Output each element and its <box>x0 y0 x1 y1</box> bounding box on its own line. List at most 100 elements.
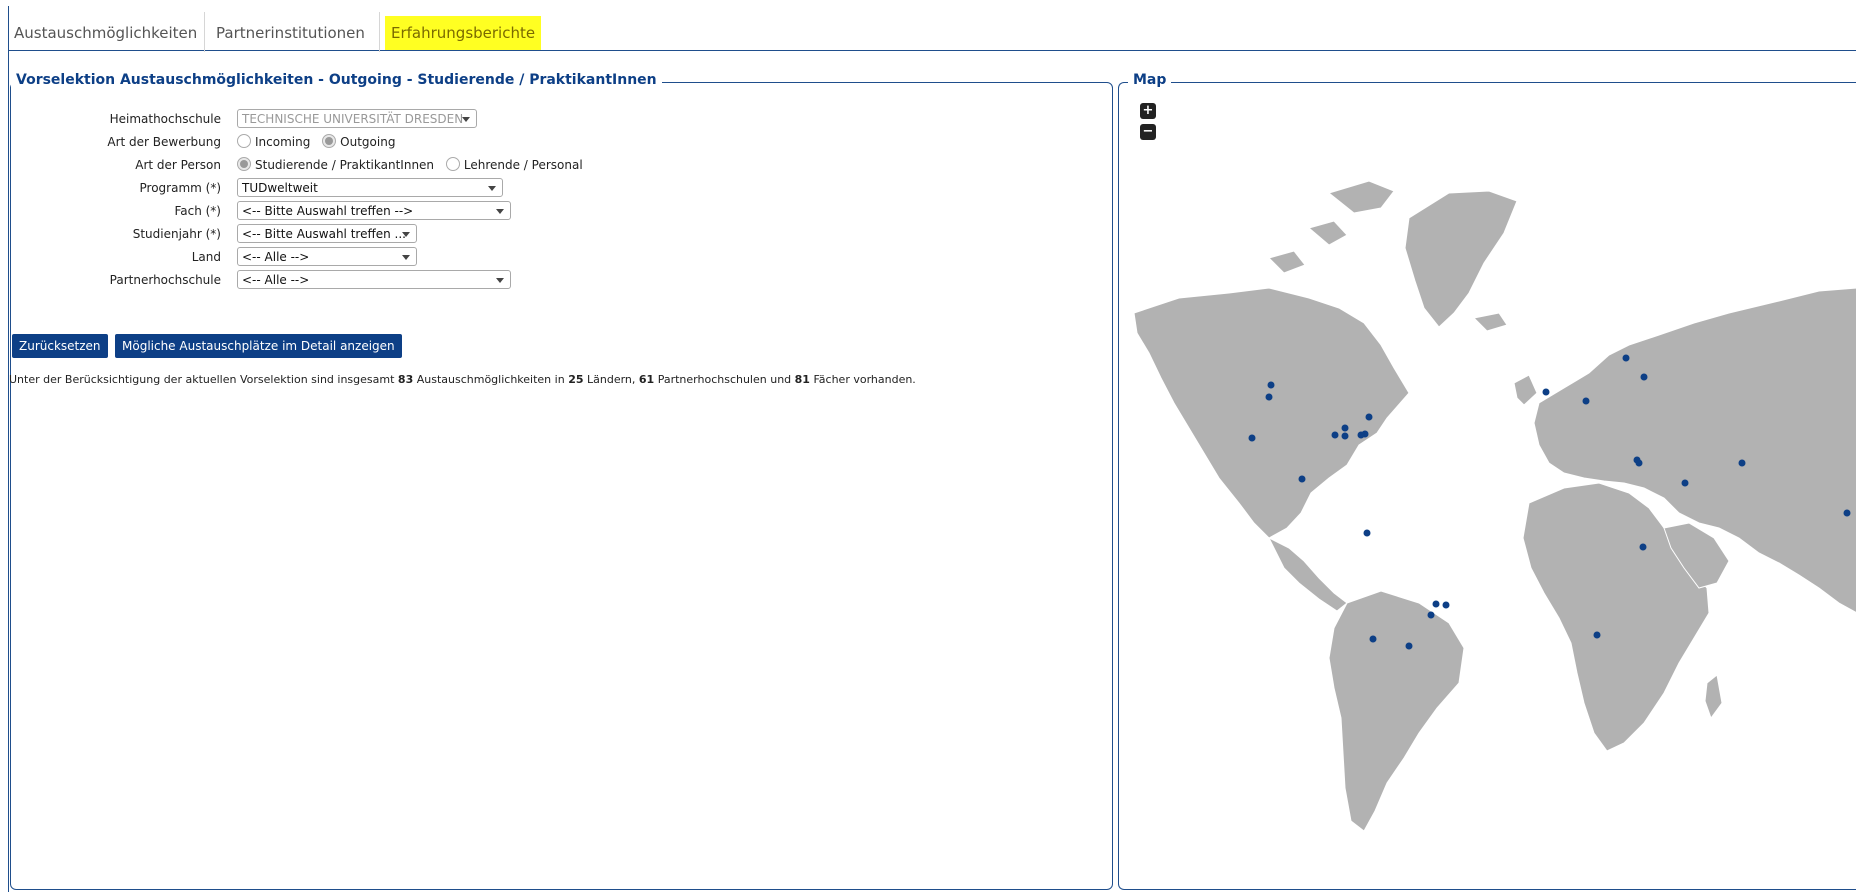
radio-incoming-label: Incoming <box>255 135 311 149</box>
summary-count-subjects: 81 <box>794 373 810 386</box>
summary-count-exchanges: 83 <box>397 373 414 386</box>
south-america-shape <box>1328 590 1465 832</box>
programm-select[interactable]: TUDweltweit <box>237 178 503 197</box>
row-bewerbung: Art der Bewerbung Incoming Outgoing <box>11 132 395 153</box>
map-marker[interactable] <box>1681 479 1689 487</box>
map-marker[interactable] <box>1298 475 1306 483</box>
map-marker[interactable] <box>1248 434 1256 442</box>
summary-count-partners: 61 <box>638 373 655 386</box>
chevron-down-icon <box>462 117 470 122</box>
radio-outgoing-label: Outgoing <box>340 135 396 149</box>
selection-legend: Vorselektion Austauschmöglichkeiten - Ou… <box>11 72 662 88</box>
chevron-down-icon <box>496 209 504 214</box>
studienjahr-label: Studienjahr (*) <box>132 227 221 241</box>
chevron-down-icon <box>402 232 410 237</box>
tab-divider <box>379 12 380 52</box>
summary-prefix: Unter der Berücksichtigung der aktuellen… <box>9 373 395 386</box>
map-marker[interactable] <box>1265 393 1273 401</box>
radio-lehrende-label: Lehrende / Personal <box>463 158 583 172</box>
tab-austauschmoeglichkeiten[interactable]: Austauschmöglichkeiten <box>8 16 203 50</box>
programm-label: Programm (*) <box>139 181 222 195</box>
chevron-down-icon <box>496 278 504 283</box>
uk-shape <box>1513 374 1538 406</box>
fach-value: <-- Bitte Auswahl treffen --> <box>242 204 414 218</box>
person-label: Art der Person <box>135 158 221 172</box>
map-marker[interactable] <box>1622 354 1630 362</box>
radio-studierende-label: Studierende / PraktikantInnen <box>255 158 435 172</box>
arctic-island-shape <box>1268 250 1306 274</box>
summary-count-countries: 25 <box>568 373 584 386</box>
arctic-island-shape <box>1327 180 1395 214</box>
row-land: Land <-- Alle --> <box>11 247 417 268</box>
summary-suffix: Fächer vorhanden. <box>813 373 916 386</box>
studienjahr-select[interactable]: <-- Bitte Auswahl treffen ... <box>237 224 417 243</box>
summary-mid1: Austauschmöglichkeiten in <box>416 373 565 386</box>
map-marker[interactable] <box>1405 642 1413 650</box>
map-marker[interactable] <box>1341 432 1349 440</box>
greenland-shape <box>1404 190 1518 328</box>
partnerhochschule-select[interactable]: <-- Alle --> <box>237 270 511 289</box>
map-marker[interactable] <box>1427 611 1435 619</box>
partnerhochschule-label: Partnerhochschule <box>109 273 221 287</box>
map-marker[interactable] <box>1267 381 1275 389</box>
arctic-island-shape <box>1307 220 1348 246</box>
map-marker[interactable] <box>1341 424 1349 432</box>
map-marker[interactable] <box>1738 459 1746 467</box>
africa-shape <box>1522 482 1710 752</box>
row-partnerhochschule: Partnerhochschule <-- Alle --> <box>11 270 511 291</box>
land-select[interactable]: <-- Alle --> <box>237 247 417 266</box>
land-value: <-- Alle --> <box>242 250 310 264</box>
studienjahr-value: <-- Bitte Auswahl treffen ... <box>242 227 406 241</box>
chevron-down-icon <box>402 255 410 260</box>
tab-partnerinstitutionen[interactable]: Partnerinstitutionen <box>210 16 371 50</box>
row-programm: Programm (*) TUDweltweit <box>11 178 503 199</box>
landmasses <box>1133 180 1856 832</box>
radio-outgoing[interactable]: Outgoing <box>322 134 395 149</box>
map-panel: Map + − <box>1118 72 1856 890</box>
heimathochschule-label: Heimathochschule <box>109 112 221 126</box>
fach-select[interactable]: <-- Bitte Auswahl treffen --> <box>237 201 511 220</box>
heimathochschule-value: TECHNISCHE UNIVERSITÄT DRESDEN <box>242 112 464 126</box>
north-america-shape <box>1133 287 1410 539</box>
map-marker[interactable] <box>1331 431 1339 439</box>
show-details-button[interactable]: Mögliche Austauschplätze im Detail anzei… <box>115 334 402 358</box>
summary-text: Unter der Berücksichtigung der aktuellen… <box>9 373 916 386</box>
map-marker[interactable] <box>1369 635 1377 643</box>
map-marker[interactable] <box>1357 431 1365 439</box>
map-marker[interactable] <box>1639 543 1647 551</box>
map-marker[interactable] <box>1843 509 1851 517</box>
world-map[interactable] <box>1119 83 1856 887</box>
tab-bar: Austauschmöglichkeiten Partnerinstitutio… <box>8 6 1856 52</box>
map-marker[interactable] <box>1542 388 1550 396</box>
reset-button[interactable]: Zurücksetzen <box>12 334 108 358</box>
row-fach: Fach (*) <-- Bitte Auswahl treffen --> <box>11 201 511 222</box>
tab-divider <box>204 12 205 52</box>
radio-circle-selected-icon[interactable] <box>322 134 337 148</box>
map-marker[interactable] <box>1635 459 1643 467</box>
chevron-down-icon <box>488 186 496 191</box>
tab-erfahrungsberichte[interactable]: Erfahrungsberichte <box>385 16 542 50</box>
radio-incoming[interactable]: Incoming <box>237 134 310 149</box>
land-label: Land <box>191 250 221 264</box>
fach-label: Fach (*) <box>174 204 221 218</box>
row-heimathochschule: Heimathochschule TECHNISCHE UNIVERSITÄT … <box>11 109 477 130</box>
map-marker[interactable] <box>1582 397 1590 405</box>
map-marker[interactable] <box>1640 373 1648 381</box>
map-marker[interactable] <box>1365 413 1373 421</box>
summary-mid3: Partnerhochschulen und <box>657 373 792 386</box>
summary-mid2: Ländern, <box>587 373 636 386</box>
heimathochschule-select[interactable]: TECHNISCHE UNIVERSITÄT DRESDEN <box>237 109 477 128</box>
radio-lehrende[interactable]: Lehrende / Personal <box>445 157 583 172</box>
programm-value: TUDweltweit <box>242 181 318 195</box>
map-marker[interactable] <box>1363 529 1371 537</box>
radio-circle-icon[interactable] <box>445 157 460 171</box>
bewerbung-label: Art der Bewerbung <box>107 135 221 149</box>
map-marker[interactable] <box>1432 600 1440 608</box>
row-person: Art der Person Studierende / PraktikantI… <box>11 155 583 176</box>
map-marker[interactable] <box>1593 631 1601 639</box>
radio-circle-icon[interactable] <box>237 134 251 148</box>
radio-circle-selected-icon[interactable] <box>237 157 251 171</box>
partnerhochschule-value: <-- Alle --> <box>242 273 310 287</box>
map-marker[interactable] <box>1442 601 1450 609</box>
radio-studierende[interactable]: Studierende / PraktikantInnen <box>237 157 434 172</box>
